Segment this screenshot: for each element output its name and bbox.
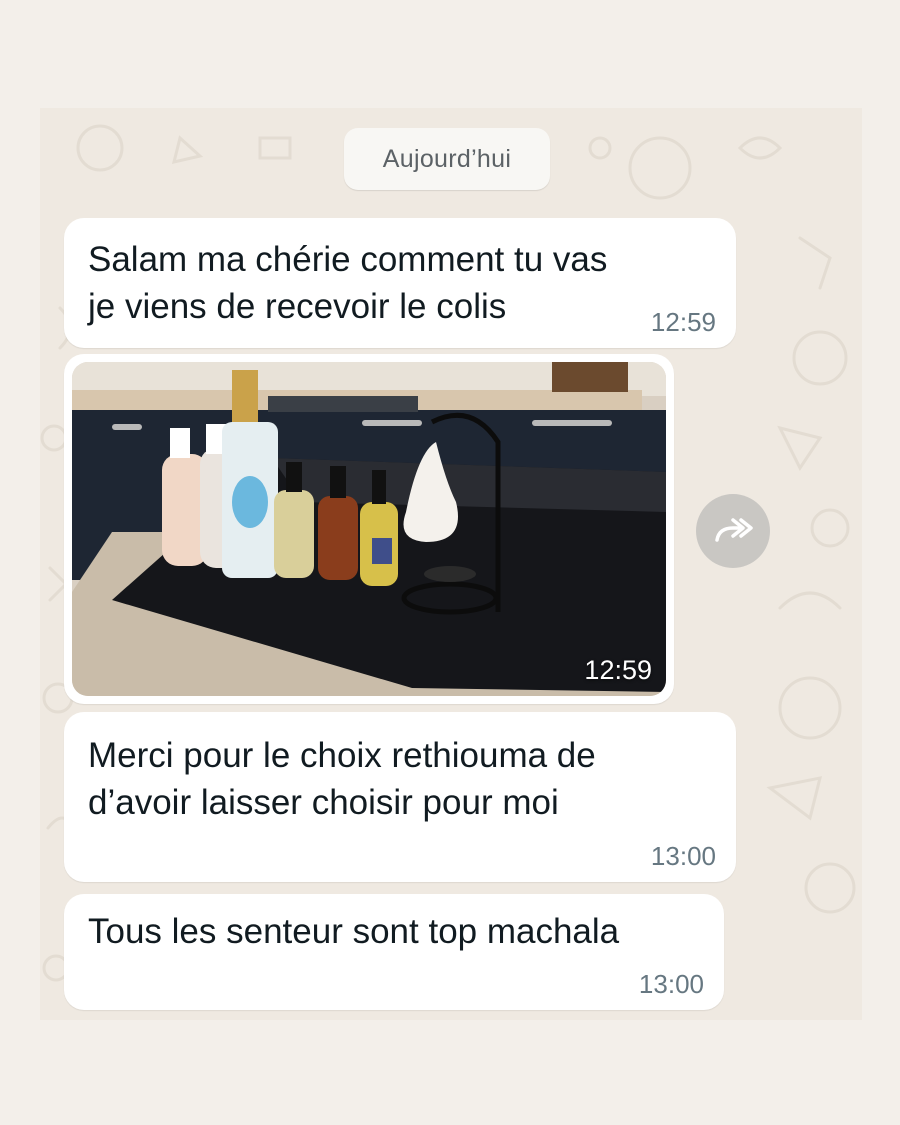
message-bubble[interactable]: Merci pour le choix rethiouma de d’avoir… — [64, 712, 736, 882]
chat-area[interactable]: Aujourd’hui Salam ma chérie comment tu v… — [40, 108, 862, 1020]
message-photo[interactable]: 12:59 — [72, 362, 666, 696]
message-time: 12:59 — [650, 307, 716, 337]
message-bubble[interactable]: Salam ma chérie comment tu vas je viens … — [64, 218, 736, 348]
photo-time: 12:59 — [584, 655, 652, 685]
image-message-bubble[interactable]: 12:59 — [64, 354, 674, 704]
photo-illustration — [72, 362, 666, 696]
message-text: Tous les senteur sont top machala — [88, 912, 620, 951]
message-time: 13:00 — [638, 969, 704, 999]
message-text: Merci pour le choix rethiouma de d’avoir… — [88, 736, 596, 822]
forward-arrows-icon — [715, 518, 753, 542]
message-time: 13:00 — [650, 841, 716, 871]
message-bubble[interactable]: Tous les senteur sont top machala 13:00 — [64, 894, 724, 1010]
forward-button[interactable] — [696, 494, 770, 568]
message-text: Salam ma chérie comment tu vas je viens … — [88, 240, 608, 326]
date-separator: Aujourd’hui — [344, 128, 550, 190]
